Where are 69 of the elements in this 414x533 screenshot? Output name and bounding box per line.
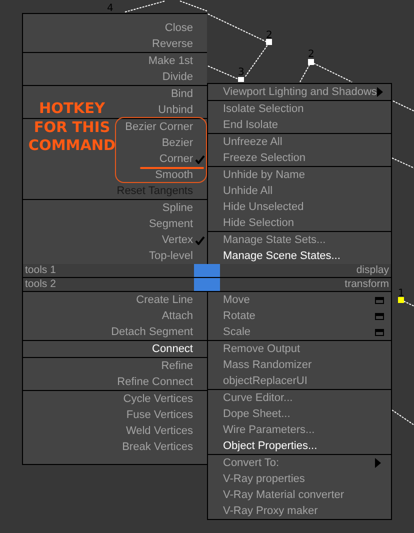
menu-item[interactable]: Hide Selection	[208, 215, 391, 231]
menu-item[interactable]: Curve Editor...	[208, 390, 391, 406]
menu-item[interactable]: Fuse Vertices	[124, 407, 207, 423]
menu-item[interactable]: Rotate	[208, 308, 391, 324]
menu-item[interactable]: End Isolate	[208, 117, 391, 133]
vertex-marker	[266, 39, 272, 45]
menu-item[interactable]: Reverse	[150, 36, 207, 52]
menu-item[interactable]: Viewport Lighting and Shadows	[208, 84, 391, 100]
menu-item[interactable]: V-Ray properties	[208, 471, 391, 487]
menu-item[interactable]: Make 1st	[146, 53, 207, 69]
spline-line	[180, 0, 208, 12]
options-box-icon[interactable]	[375, 312, 384, 320]
annotation-text: HOTKEY FOR THIS COMMAND	[28, 100, 116, 156]
quad-title: tools 2	[24, 278, 57, 291]
menu-item[interactable]: Wire Parameters...	[208, 422, 391, 438]
menu-item[interactable]: Top-level	[146, 248, 207, 264]
menu-item[interactable]: Move	[208, 292, 391, 308]
menu-item[interactable]: Segment	[146, 216, 207, 232]
menu-item[interactable]: Spline	[160, 200, 207, 216]
menu-item[interactable]: Bind	[168, 86, 207, 102]
menu-item[interactable]: Dope Sheet...	[208, 406, 391, 422]
quad-handle[interactable]	[194, 264, 220, 277]
menu-item[interactable]: Isolate Selection	[208, 101, 391, 117]
spline-line	[208, 66, 238, 80]
menu-item[interactable]: Bezier	[160, 135, 207, 151]
menu-item[interactable]: Close	[162, 20, 207, 36]
menu-item[interactable]: Corner	[157, 151, 207, 167]
quad-title: tools 1	[24, 264, 57, 277]
menu-item[interactable]: Scale	[208, 324, 391, 340]
menu-item[interactable]: Manage Scene States...	[208, 248, 391, 264]
quad-handle[interactable]	[194, 278, 220, 291]
menu-item[interactable]: Remove Output	[208, 341, 391, 357]
menu-item[interactable]: Attach	[160, 308, 207, 324]
spline-line	[392, 158, 414, 168]
menu-item[interactable]: Refine Connect	[115, 374, 207, 390]
quad-title: display	[355, 264, 390, 277]
menu-item[interactable]: Object Properties...	[208, 438, 391, 454]
menu-item[interactable]: Mass Randomizer	[208, 357, 391, 373]
menu-item[interactable]: Unhide by Name	[208, 167, 391, 183]
menu-item[interactable]: objectReplacerUI	[208, 373, 391, 389]
quad-title: transform	[344, 278, 390, 291]
menu-item[interactable]: Bezier Corner	[123, 119, 207, 135]
vertex-marker	[308, 59, 314, 65]
menu-item[interactable]: V-Ray Material converter	[208, 487, 391, 503]
menu-item[interactable]: Unhide All	[208, 183, 391, 199]
menu-item[interactable]: V-Ray Proxy maker	[208, 503, 391, 519]
menu-item[interactable]: Break Vertices	[120, 439, 207, 455]
menu-item[interactable]: Connect	[150, 341, 207, 357]
menu-item[interactable]: Hide Unselected	[208, 199, 391, 215]
menu-item[interactable]: Divide	[160, 69, 207, 85]
menu-item[interactable]: Vertex	[160, 232, 207, 248]
menu-item[interactable]: Convert To:	[208, 455, 391, 471]
menu-item[interactable]: Create Line	[134, 292, 207, 308]
menu-item[interactable]: Unfreeze All	[208, 134, 391, 150]
spline-line	[392, 410, 414, 426]
vertex-marker	[398, 297, 404, 303]
spline-line	[392, 100, 414, 112]
vertex-marker	[238, 77, 244, 82]
menu-item[interactable]: Cycle Vertices	[121, 391, 207, 407]
menu-item[interactable]: Manage State Sets...	[208, 232, 391, 248]
menu-item[interactable]: Refine	[159, 358, 207, 374]
menu-item[interactable]: Freeze Selection	[208, 150, 391, 166]
menu-item[interactable]: Unbind	[156, 102, 207, 118]
options-box-icon[interactable]	[375, 328, 384, 336]
options-box-icon[interactable]	[375, 296, 384, 304]
callout-underline-overlay	[140, 167, 204, 169]
spline-line	[124, 0, 166, 12]
menu-item[interactable]: Detach Segment	[109, 324, 207, 340]
menu-item[interactable]: Weld Vertices	[124, 423, 207, 439]
